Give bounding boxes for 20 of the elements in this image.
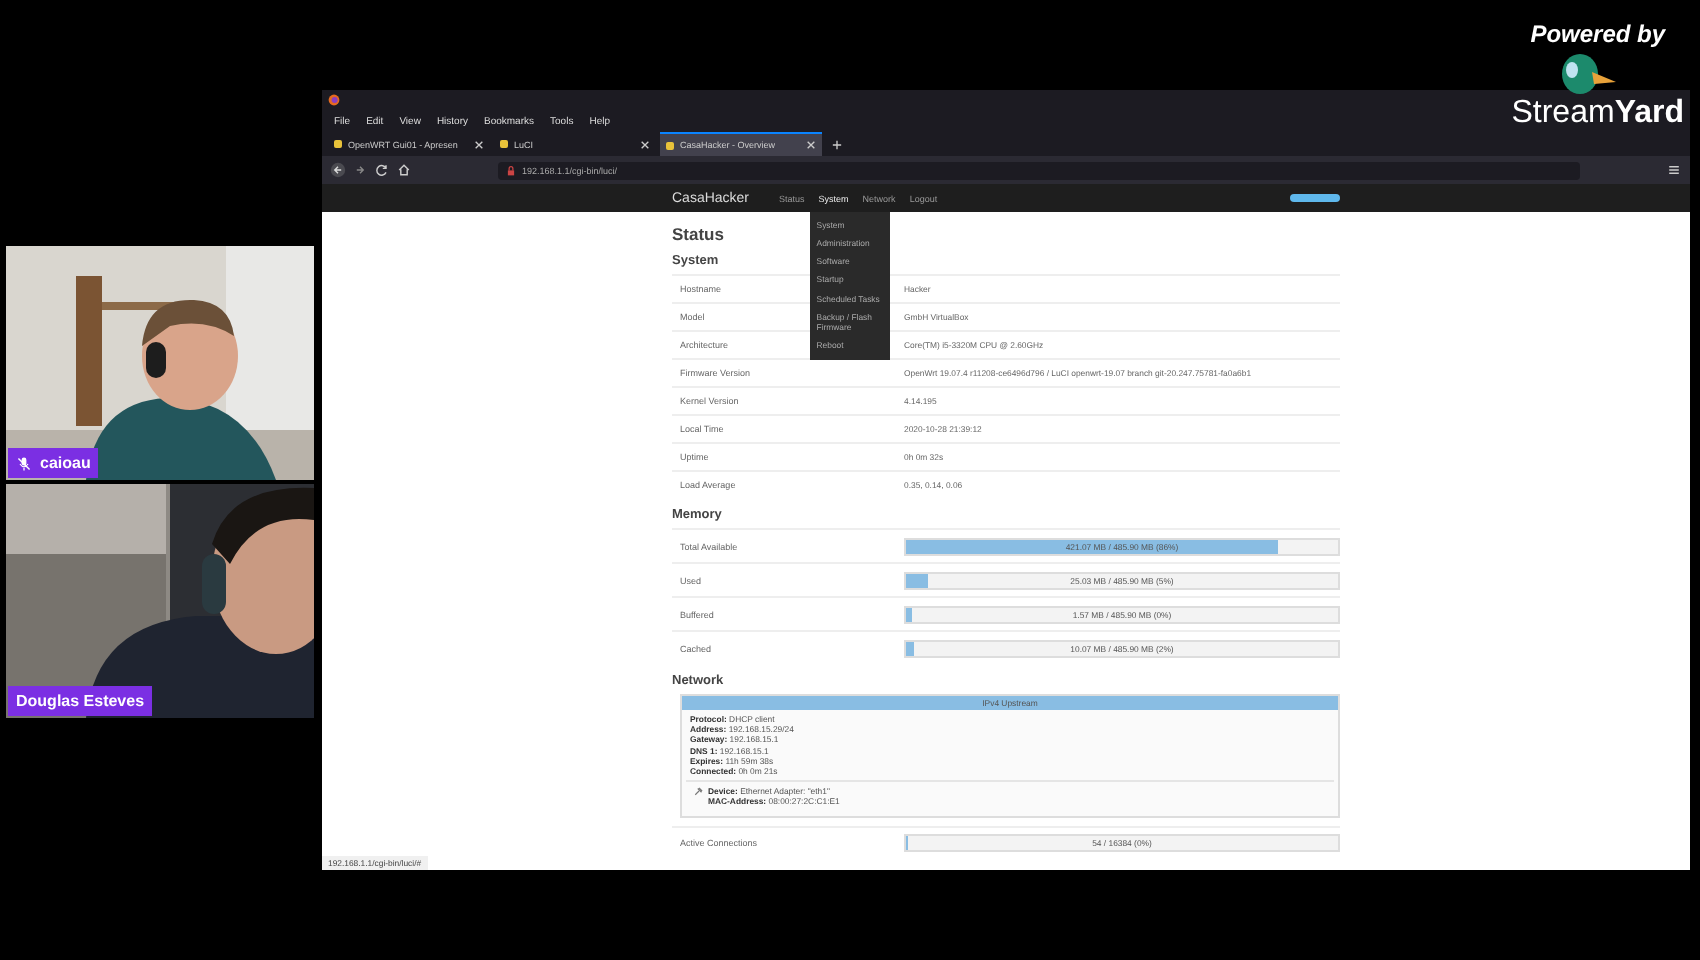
page-title: Status [672,224,724,244]
close-icon[interactable] [806,140,816,150]
page-icon [334,140,342,148]
menu-icon[interactable] [1666,162,1682,178]
new-tab-icon[interactable] [832,139,842,149]
participant-name: Douglas Esteves [16,692,145,710]
reload-icon[interactable] [374,162,390,178]
powered-by-label: Powered by [1530,20,1666,48]
firefox-logo-icon [328,94,340,106]
streamyard-logo: StreamYard [1511,96,1684,132]
page-icon [500,140,508,148]
forward-icon[interactable] [352,162,368,178]
close-icon[interactable] [474,139,484,149]
page-icon [666,141,674,149]
back-icon[interactable] [330,162,346,178]
lock-icon [506,165,516,175]
participant-name: caioau [40,454,91,472]
close-icon[interactable] [640,139,650,149]
home-icon[interactable] [396,162,412,178]
refresh-indicator[interactable] [1290,194,1340,202]
